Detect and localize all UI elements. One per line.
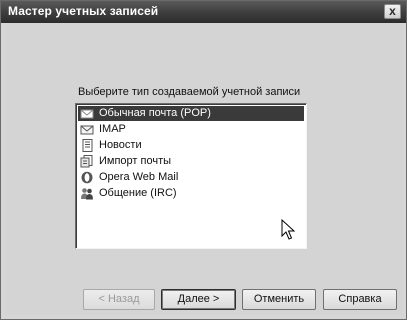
account-wizard-window: Мастер учетных записей x Выберите тип со… — [0, 0, 407, 320]
list-item-label: IMAP — [99, 123, 126, 135]
account-type-list[interactable]: Обычная почта (POP) IMAP Новости Импорт … — [75, 103, 307, 249]
list-item-label: Новости — [99, 139, 142, 151]
imap-envelope-icon — [80, 125, 94, 135]
list-item-label: Opera Web Mail — [99, 171, 179, 183]
cancel-button[interactable]: Отменить — [242, 289, 316, 310]
close-button[interactable]: x — [384, 4, 401, 19]
list-item-opera-web-mail[interactable]: Opera Web Mail — [78, 170, 304, 185]
list-item-pop[interactable]: Обычная почта (POP) — [78, 106, 304, 121]
list-item-label: Общение (IRC) — [99, 187, 177, 199]
list-item-imap[interactable]: IMAP — [78, 122, 304, 137]
help-button[interactable]: Справка — [323, 289, 397, 310]
list-item-label: Импорт почты — [99, 155, 172, 167]
list-item-label: Обычная почта (POP) — [99, 107, 211, 119]
list-item-import[interactable]: Импорт почты — [78, 154, 304, 169]
opera-logo-icon — [81, 171, 93, 184]
next-button[interactable]: Далее > — [161, 289, 236, 310]
mail-envelope-icon — [80, 109, 94, 119]
window-title: Мастер учетных записей — [8, 4, 159, 18]
import-mail-icon — [80, 155, 93, 168]
title-bar[interactable]: Мастер учетных записей x — [1, 1, 406, 23]
chat-people-icon — [81, 188, 93, 200]
account-type-prompt: Выберите тип создаваемой учетной записи — [78, 86, 301, 98]
back-button[interactable]: < Назад — [83, 289, 155, 310]
mouse-cursor-icon — [281, 219, 295, 240]
wizard-body: Выберите тип создаваемой учетной записи … — [5, 23, 402, 315]
list-item-news[interactable]: Новости — [78, 138, 304, 153]
list-item-irc[interactable]: Общение (IRC) — [78, 186, 304, 201]
news-document-icon — [82, 139, 93, 152]
